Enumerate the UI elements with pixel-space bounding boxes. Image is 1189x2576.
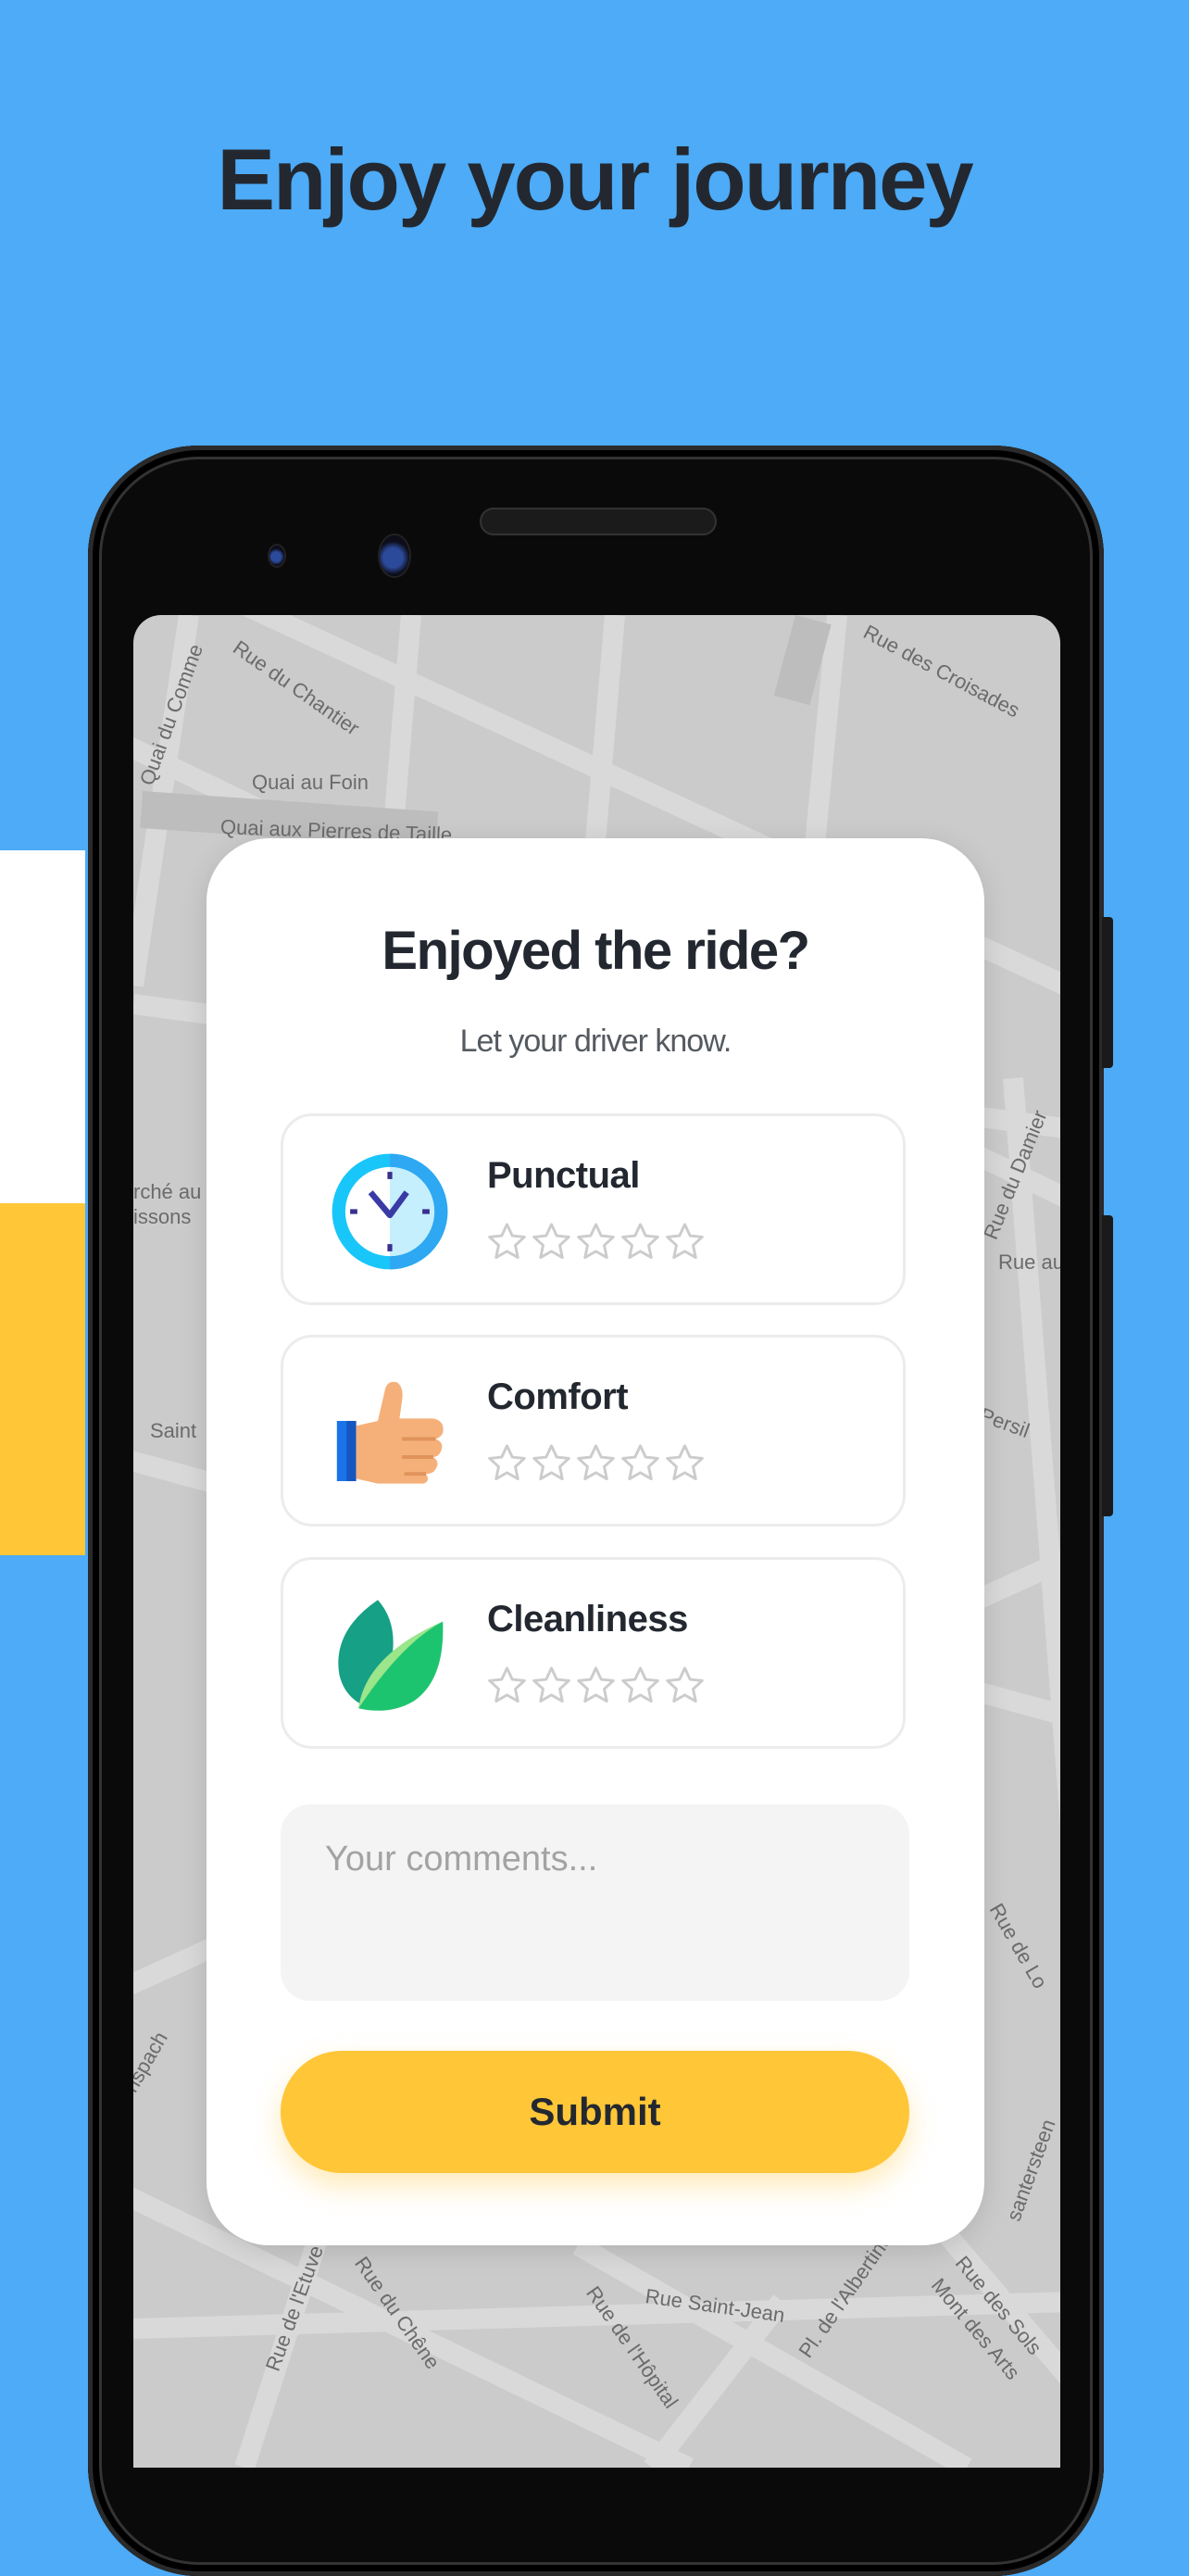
star-icon[interactable] <box>663 1664 707 1707</box>
map-street-label: Rue au <box>998 1250 1060 1274</box>
phone-camera <box>380 535 409 576</box>
card-title: Enjoyed the ride? <box>382 921 810 981</box>
decorative-yellow-block <box>0 1203 85 1555</box>
star-icon[interactable] <box>530 1664 573 1707</box>
phone-volume-button <box>1102 917 1113 1068</box>
rating-row-punctual: Punctual <box>281 1113 906 1305</box>
star-icon[interactable] <box>663 1441 707 1485</box>
leaf-icon <box>338 1600 444 1711</box>
star-rating[interactable] <box>485 1220 707 1263</box>
rating-card: Enjoyed the ride? Let your driver know. … <box>207 838 984 2245</box>
map-street-label: issons <box>133 1205 192 1228</box>
phone-power-button <box>1102 1215 1113 1516</box>
map-street-label: rché au <box>133 1180 202 1203</box>
criterion-label: Punctual <box>487 1155 640 1196</box>
card-subtitle: Let your driver know. <box>459 1024 732 1059</box>
rating-row-cleanliness: Cleanliness <box>281 1557 906 1749</box>
phone-speaker <box>480 508 717 535</box>
star-icon[interactable] <box>619 1664 662 1707</box>
star-icon[interactable] <box>619 1220 662 1263</box>
star-icon[interactable] <box>485 1220 529 1263</box>
thumbs-up-icon <box>336 1381 444 1484</box>
map-street-label: Quai au Foin <box>252 771 369 794</box>
submit-button[interactable]: Submit <box>281 2051 909 2173</box>
star-icon[interactable] <box>485 1664 529 1707</box>
star-rating[interactable] <box>485 1441 707 1485</box>
star-icon[interactable] <box>574 1441 618 1485</box>
star-icon[interactable] <box>485 1441 529 1485</box>
star-icon[interactable] <box>530 1220 573 1263</box>
star-icon[interactable] <box>663 1220 707 1263</box>
star-icon[interactable] <box>619 1441 662 1485</box>
map-street-label: Saint <box>150 1419 197 1442</box>
phone-sensor <box>269 546 284 566</box>
clock-icon <box>332 1153 448 1270</box>
criterion-label: Cleanliness <box>487 1599 688 1640</box>
star-icon[interactable] <box>530 1441 573 1485</box>
criterion-label: Comfort <box>487 1376 629 1417</box>
rating-row-comfort: Comfort <box>281 1335 906 1527</box>
star-icon[interactable] <box>574 1220 618 1263</box>
star-rating[interactable] <box>485 1664 707 1707</box>
comments-input[interactable] <box>281 1804 909 2001</box>
star-icon[interactable] <box>574 1664 618 1707</box>
headline: Enjoy your journey <box>217 131 973 228</box>
decorative-white-block <box>0 850 85 1203</box>
